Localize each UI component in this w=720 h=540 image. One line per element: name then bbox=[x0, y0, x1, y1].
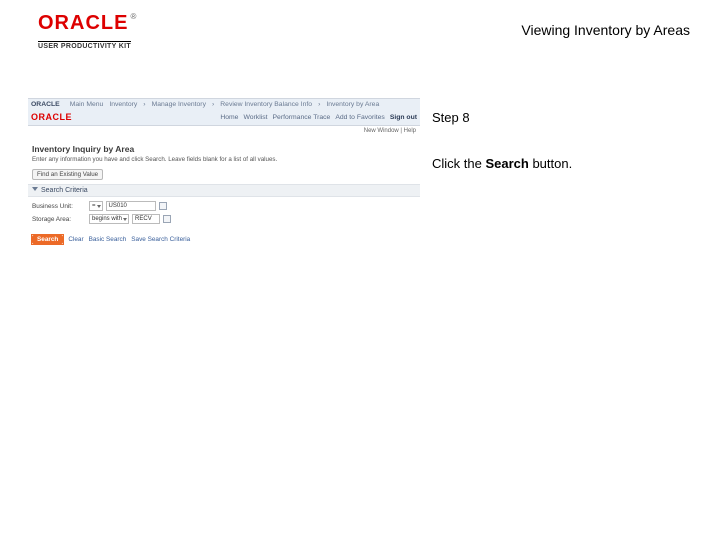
app-logo: ORACLE bbox=[31, 112, 72, 122]
find-existing-button[interactable]: Find an Existing Value bbox=[32, 169, 103, 180]
tab-home[interactable]: Home bbox=[220, 114, 238, 121]
section-label: Search Criteria bbox=[41, 187, 88, 194]
app-screenshot: ORACLE Main Menu Inventory› Manage Inven… bbox=[28, 98, 420, 250]
breadcrumb-root: ORACLE bbox=[31, 101, 60, 108]
breadcrumb: ORACLE Main Menu Inventory› Manage Inven… bbox=[28, 98, 420, 110]
breadcrumb-item[interactable]: Manage Inventory bbox=[152, 101, 206, 108]
bu-operator[interactable]: = bbox=[89, 201, 103, 211]
tab-worklist[interactable]: Worklist bbox=[243, 114, 267, 121]
window-links[interactable]: New Window | Help bbox=[28, 126, 420, 138]
bu-input[interactable]: US010 bbox=[106, 201, 156, 211]
search-form: Business Unit: = US010 Storage Area: beg… bbox=[28, 197, 420, 233]
form-title: Inventory Inquiry by Area bbox=[28, 138, 420, 156]
breadcrumb-item[interactable]: Review Inventory Balance Info bbox=[220, 101, 312, 108]
bu-label: Business Unit: bbox=[32, 203, 86, 210]
instruction-panel: Step 8 Click the Search button. bbox=[432, 110, 692, 171]
instruction-pre: Click the bbox=[432, 156, 485, 171]
step-label: Step 8 bbox=[432, 110, 692, 126]
tab-fav[interactable]: Add to Favorites bbox=[335, 114, 385, 121]
tab-signout[interactable]: Sign out bbox=[390, 114, 417, 121]
page-title: Viewing Inventory by Areas bbox=[521, 22, 690, 38]
instruction-text: Click the Search button. bbox=[432, 156, 692, 172]
instruction-bold: Search bbox=[485, 156, 528, 171]
clear-button[interactable]: Clear bbox=[68, 236, 83, 243]
breadcrumb-item[interactable]: Inventory bbox=[109, 101, 137, 108]
breadcrumb-item[interactable]: Inventory by Area bbox=[326, 101, 379, 108]
collapse-icon bbox=[32, 187, 38, 191]
search-button[interactable]: Search bbox=[32, 235, 63, 244]
global-tabs: ORACLE Home Worklist Performance Trace A… bbox=[28, 110, 420, 126]
lookup-icon[interactable] bbox=[159, 202, 167, 210]
search-criteria-header[interactable]: Search Criteria bbox=[28, 184, 420, 197]
sa-operator[interactable]: begins with bbox=[89, 214, 129, 224]
trademark: ® bbox=[130, 12, 136, 21]
oracle-logo: ORACLE bbox=[38, 12, 128, 34]
instruction-post: button. bbox=[529, 156, 572, 171]
action-row: Search Clear Basic Search Save Search Cr… bbox=[28, 233, 420, 250]
save-search-link[interactable]: Save Search Criteria bbox=[131, 236, 190, 243]
sa-input[interactable]: RECV bbox=[132, 214, 160, 224]
brand-block: ORACLE® USER PRODUCTIVITY KIT bbox=[38, 12, 136, 53]
brand-subtitle: USER PRODUCTIVITY KIT bbox=[38, 41, 131, 50]
breadcrumb-item[interactable]: Main Menu bbox=[70, 101, 104, 108]
form-desc: Enter any information you have and click… bbox=[28, 156, 420, 167]
lookup-icon[interactable] bbox=[163, 215, 171, 223]
tab-perf[interactable]: Performance Trace bbox=[273, 114, 331, 121]
basic-search-link[interactable]: Basic Search bbox=[89, 236, 127, 243]
sa-label: Storage Area: bbox=[32, 216, 86, 223]
